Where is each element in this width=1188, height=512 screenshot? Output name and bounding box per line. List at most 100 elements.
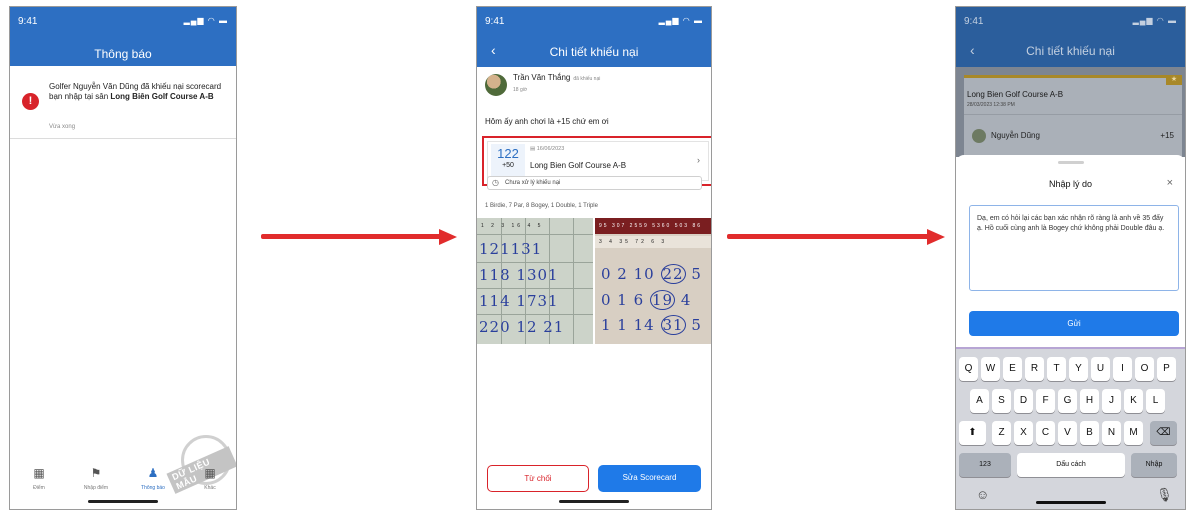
circled-value: 31 (660, 315, 686, 335)
key-t[interactable]: T (1047, 357, 1066, 381)
handwritten-value: 5 (691, 265, 702, 283)
grid-icon: ▦ (204, 466, 216, 480)
key-b[interactable]: B (1080, 421, 1099, 445)
bg-course: Long Bien Golf Course A-B (967, 90, 1064, 99)
close-icon[interactable]: × (1167, 177, 1173, 189)
scorecard-photo[interactable]: 1 2 3 16 4 5 121131 118 1301 114 1731 22… (477, 218, 593, 344)
handwritten-value: 0 2 10 (601, 265, 655, 283)
photo-subheader: 3 4 35 72 6 3 (599, 239, 668, 245)
scorecard-card[interactable]: 122 +50 ▤ 16/06/2023 Long Bien Golf Cour… (487, 141, 709, 181)
tab-enter-score[interactable]: ⚑ Nhập điểm (71, 467, 121, 492)
photo-header-band: 95 307 2559 5360 503 86 (595, 218, 711, 234)
phone-reason-input-screen: 9:41 ▂▄▆ ◠ ▬ ‹ Chi tiết khiếu nại ★ Long… (955, 6, 1186, 510)
send-button[interactable]: Gửi (969, 311, 1179, 336)
photo-header: 1 2 3 16 4 5 (481, 223, 544, 229)
handwritten-value: 1 1 14 (601, 316, 655, 334)
tab-bar: ▦ Điểm ⚑ Nhập điểm ♟ Thông báo ▦ Khác (10, 459, 236, 499)
backspace-key[interactable]: ⌫ (1150, 421, 1177, 445)
handwritten-value: 4 (680, 291, 692, 309)
home-indicator (88, 500, 158, 503)
total-score: 122 (497, 146, 519, 161)
key-m[interactable]: M (1124, 421, 1143, 445)
scorecard-date-line: ▤ 16/06/2023 (530, 146, 564, 152)
grid-line (573, 218, 574, 344)
status-time: 9:41 (18, 16, 38, 27)
key-l[interactable]: L (1146, 389, 1165, 413)
key-v[interactable]: V (1058, 421, 1077, 445)
key-z[interactable]: Z (992, 421, 1011, 445)
sheet-grabber[interactable] (1057, 161, 1084, 164)
key-y[interactable]: Y (1069, 357, 1088, 381)
handwritten-row: 1 1 14 31 5 (601, 315, 702, 335)
divider (964, 114, 1182, 115)
notification-course: Long Biên Golf Course A-B (110, 92, 214, 101)
clock-icon: ◷ (492, 178, 499, 187)
tab-more[interactable]: ▦ Khác (185, 466, 235, 492)
key-h[interactable]: H (1080, 389, 1099, 413)
post-time: 18 giờ (513, 87, 528, 93)
handwritten-row: 0 1 6 19 4 (601, 290, 691, 310)
arrow-shaft (261, 234, 441, 239)
tab-notifications[interactable]: ♟ Thông báo (128, 467, 178, 492)
status-icons: ▂▄▆ ◠ ▬ (183, 16, 228, 25)
avatar (972, 129, 986, 143)
avatar (485, 74, 507, 96)
key-s[interactable]: S (992, 389, 1011, 413)
status-time: 9:41 (485, 16, 505, 27)
phone-complaint-detail-screen: 9:41 ▂▄▆ ◠ ▬ ‹ Chi tiết khiếu nại Trần V… (476, 6, 712, 510)
key-c[interactable]: C (1036, 421, 1055, 445)
shift-key[interactable]: ⬆ (959, 421, 986, 445)
key-u[interactable]: U (1091, 357, 1110, 381)
key-f[interactable]: F (1036, 389, 1055, 413)
key-e[interactable]: E (1003, 357, 1022, 381)
score-block: 122 +50 (491, 144, 525, 180)
reason-input[interactable]: Dạ, em có hỏi lại các bạn xác nhận rõ rà… (969, 205, 1179, 291)
return-key[interactable]: Nhập (1131, 453, 1177, 477)
handwritten-value: 5 (691, 316, 702, 334)
tab-scores[interactable]: ▦ Điểm (14, 467, 64, 492)
numbers-key[interactable]: 123 (959, 453, 1011, 477)
key-q[interactable]: Q (959, 357, 978, 381)
calendar-icon: ▤ (530, 146, 536, 152)
key-j[interactable]: J (1102, 389, 1121, 413)
tab-label: Điểm (33, 485, 45, 491)
notification-text: Golfer Nguyễn Văn Dũng đã khiếu nại scor… (49, 82, 229, 102)
notification-time: Vừa xong (49, 124, 76, 130)
grid-line (477, 288, 593, 289)
arrow-shaft (727, 234, 929, 239)
microphone-icon[interactable]: 🎙 (1156, 487, 1173, 503)
notification-item[interactable]: ! Golfer Nguyễn Văn Dũng đã khiếu nại sc… (10, 66, 236, 139)
scorecard-photos[interactable]: 1 2 3 16 4 5 121131 118 1301 114 1731 22… (477, 218, 711, 344)
key-k[interactable]: K (1124, 389, 1143, 413)
key-g[interactable]: G (1058, 389, 1077, 413)
photo-header: 95 307 2559 5360 503 86 (599, 223, 702, 229)
phone-notifications-screen: 9:41 ▂▄▆ ◠ ▬ Thông báo ! Golfer Nguyễn V… (9, 6, 237, 510)
keyboard: Q W E R T Y U I O P A S D F G H J K L ⬆ … (956, 347, 1185, 509)
handwritten-row: 0 2 10 22 5 (601, 264, 702, 284)
scorecard-photo[interactable]: 95 307 2559 5360 503 86 3 4 35 72 6 3 0 … (595, 218, 711, 344)
key-i[interactable]: I (1113, 357, 1132, 381)
status-icons: ▂▄▆ ◠ ▬ (658, 16, 703, 25)
key-p[interactable]: P (1157, 357, 1176, 381)
flow-arrow (727, 229, 945, 245)
key-d[interactable]: D (1014, 389, 1033, 413)
emoji-icon[interactable]: ☺ (976, 487, 989, 502)
arrow-head (927, 229, 945, 245)
page-title: Chi tiết khiếu nại (549, 45, 639, 59)
handwritten-row: 121131 (479, 240, 543, 258)
scorecard-date: 16/06/2023 (536, 146, 565, 152)
over-par: +50 (502, 162, 514, 169)
key-n[interactable]: N (1102, 421, 1121, 445)
chevron-right-icon: › (697, 155, 700, 165)
reject-button[interactable]: Từ chối (487, 465, 589, 492)
circled-value: 22 (660, 264, 686, 284)
header-bar: 9:41 ▂▄▆ ◠ ▬ Thông báo (10, 7, 236, 66)
space-key[interactable]: Dấu cách (1017, 453, 1125, 477)
sheet-title: Nhập lý do (1048, 179, 1093, 189)
key-x[interactable]: X (1014, 421, 1033, 445)
edit-scorecard-button[interactable]: Sửa Scorecard (598, 465, 701, 492)
key-w[interactable]: W (981, 357, 1000, 381)
key-r[interactable]: R (1025, 357, 1044, 381)
key-o[interactable]: O (1135, 357, 1154, 381)
key-a[interactable]: A (970, 389, 989, 413)
